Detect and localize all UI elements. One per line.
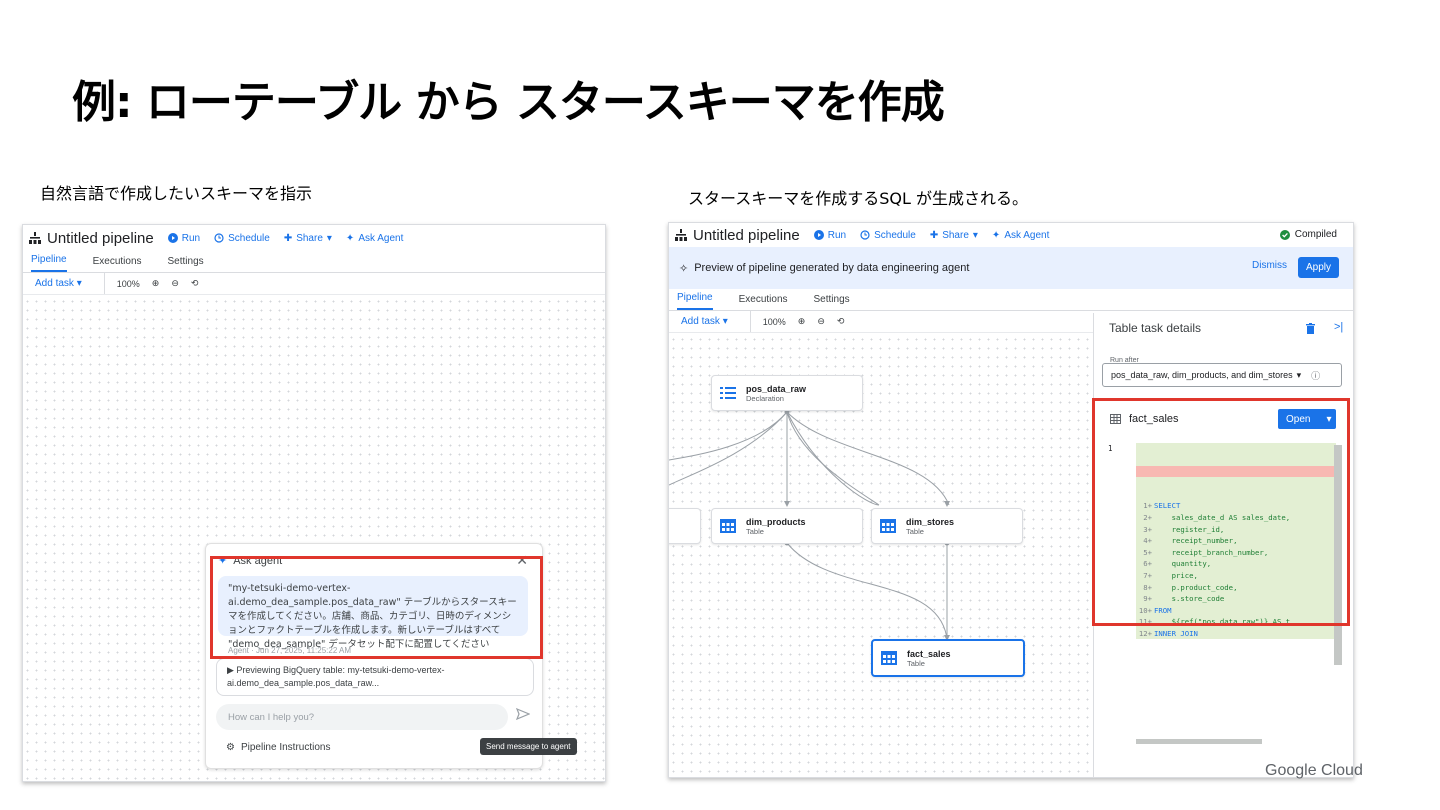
- help-icon[interactable]: ⓘ: [1311, 369, 1320, 382]
- pipeline-title: Untitled pipeline: [693, 226, 800, 244]
- delete-icon[interactable]: [1306, 323, 1315, 334]
- pipeline-canvas[interactable]: pos_data_raw Declaration dim_products Tabl…: [669, 335, 1093, 777]
- zoom-reset-icon[interactable]: ⟲: [837, 316, 845, 327]
- table-icon: [880, 519, 896, 533]
- tab-bar: Pipeline Executions Settings: [23, 251, 605, 273]
- schedule-button[interactable]: Schedule: [214, 233, 270, 244]
- clock-icon: [214, 233, 224, 243]
- pipeline-icon: [675, 229, 687, 241]
- details-header: Table task details: [1109, 321, 1202, 335]
- zoom-out-icon[interactable]: ⊖: [817, 316, 825, 327]
- code-line: 12+ INNER JOIN: [1136, 628, 1336, 639]
- compiled-status: Compiled: [1279, 229, 1337, 240]
- agent-response-card[interactable]: ▶ Previewing BigQuery table: my-tetsuki-…: [216, 658, 534, 696]
- schedule-button[interactable]: Schedule: [860, 230, 916, 241]
- agent-input[interactable]: How can I help you?: [216, 704, 508, 730]
- run-button[interactable]: Run: [813, 230, 846, 241]
- sparkle-icon: ✦: [345, 232, 355, 244]
- send-tooltip: Send message to agent: [480, 738, 577, 755]
- google-cloud-logo: Google Cloud: [1265, 762, 1363, 779]
- apply-button[interactable]: Apply: [1297, 257, 1339, 278]
- add-person-icon: ✚: [929, 229, 939, 241]
- preview-banner: ✧ Preview of pipeline generated by data …: [669, 247, 1353, 289]
- pipeline-title: Untitled pipeline: [47, 229, 154, 247]
- chevron-down-icon: ▾: [1296, 369, 1302, 380]
- add-task-button[interactable]: Add task ▾: [681, 311, 751, 332]
- edge: [786, 542, 948, 640]
- edge: [786, 411, 880, 506]
- left-screenshot: Untitled pipeline Run Schedule ✚ Share ▾…: [22, 224, 606, 782]
- chevron-down-icon: ▾: [326, 232, 332, 244]
- tab-settings[interactable]: Settings: [168, 256, 204, 272]
- zoom-in-icon[interactable]: ⊕: [152, 278, 160, 289]
- zoom-reset-icon[interactable]: ⟲: [191, 278, 199, 289]
- node-partial[interactable]: [669, 508, 701, 544]
- ask-agent-button[interactable]: ✦ Ask Agent: [992, 230, 1049, 241]
- tab-pipeline[interactable]: Pipeline: [31, 254, 67, 272]
- table-icon: [720, 519, 736, 533]
- zoom-level: 100%: [762, 316, 786, 327]
- pipeline-canvas[interactable]: ✦ Ask agent ✕ "my-tetsuki-demo-vertex-ai…: [23, 297, 605, 781]
- pipeline-title-group: Untitled pipeline: [675, 227, 800, 244]
- slide-title: 例: ローテーブル から スタースキーマを作成: [72, 77, 945, 128]
- tab-bar: Pipeline Executions Settings: [669, 289, 1353, 311]
- add-task-button[interactable]: Add task ▾: [35, 273, 105, 294]
- instructions-icon: ⚙: [226, 742, 235, 753]
- chevron-down-icon: ▾: [972, 229, 978, 241]
- zoom-level: 100%: [116, 278, 140, 289]
- pipeline-title-group: Untitled pipeline: [29, 230, 154, 247]
- pipeline-icon: [29, 232, 41, 244]
- sparkle-icon: ✧: [679, 262, 689, 275]
- arrowhead: [784, 501, 790, 507]
- canvas-toolbar: Add task ▾ 100% ⊕ ⊖ ⟲: [669, 311, 1093, 333]
- tab-executions[interactable]: Executions: [739, 294, 788, 310]
- caption-left: 自然言語で作成したいスキーマを指示: [40, 184, 313, 203]
- play-icon: [167, 233, 178, 243]
- canvas-toolbar: Add task ▾ 100% ⊕ ⊖ ⟲: [23, 273, 605, 295]
- tab-executions[interactable]: Executions: [93, 256, 142, 272]
- pipeline-instructions-button[interactable]: ⚙ Pipeline Instructions: [226, 742, 330, 753]
- tab-settings[interactable]: Settings: [814, 294, 850, 310]
- dismiss-button[interactable]: Dismiss: [1252, 260, 1287, 271]
- zoom-in-icon[interactable]: ⊕: [798, 316, 806, 327]
- node-pos-data-raw[interactable]: pos_data_raw Declaration: [711, 375, 863, 411]
- share-button[interactable]: ✚ Share ▾: [284, 233, 332, 244]
- share-button[interactable]: ✚ Share ▾: [930, 230, 978, 241]
- ask-agent-button[interactable]: ✦ Ask Agent: [346, 233, 403, 244]
- line-number: 12+: [1138, 628, 1152, 638]
- caption-right: スタースキーマを作成するSQL が生成される。: [688, 189, 1028, 208]
- run-after-select[interactable]: pos_data_raw, dim_products, and dim_stor…: [1102, 363, 1342, 387]
- tab-pipeline[interactable]: Pipeline: [677, 292, 713, 310]
- edge: [786, 411, 950, 506]
- horizontal-scrollbar[interactable]: [1136, 739, 1262, 744]
- table-icon: [881, 651, 897, 665]
- code-text: INNER JOIN: [1154, 628, 1198, 638]
- check-circle-icon: [1279, 229, 1290, 240]
- list-icon: [720, 386, 736, 400]
- edge: [669, 411, 788, 486]
- node-dim-products[interactable]: dim_products Table: [711, 508, 863, 544]
- collapse-panel-icon[interactable]: >|: [1334, 321, 1343, 333]
- node-fact-sales[interactable]: fact_sales Table: [871, 639, 1025, 677]
- pipeline-header: Untitled pipeline Run Schedule ✚ Share ▾…: [23, 225, 605, 251]
- highlight-box-right: [1092, 398, 1350, 626]
- send-icon[interactable]: [515, 707, 531, 723]
- play-icon: [813, 230, 824, 240]
- sparkle-icon: ✦: [991, 229, 1001, 241]
- edge: [786, 411, 880, 506]
- zoom-out-icon[interactable]: ⊖: [171, 278, 179, 289]
- clock-icon: [860, 230, 870, 240]
- run-button[interactable]: Run: [167, 233, 200, 244]
- node-dim-stores[interactable]: dim_stores Table: [871, 508, 1023, 544]
- pipeline-header: Untitled pipeline Run Schedule ✚ Share ▾…: [669, 223, 1353, 247]
- edge: [669, 411, 788, 461]
- highlight-box-left: [210, 556, 543, 659]
- add-person-icon: ✚: [283, 232, 293, 244]
